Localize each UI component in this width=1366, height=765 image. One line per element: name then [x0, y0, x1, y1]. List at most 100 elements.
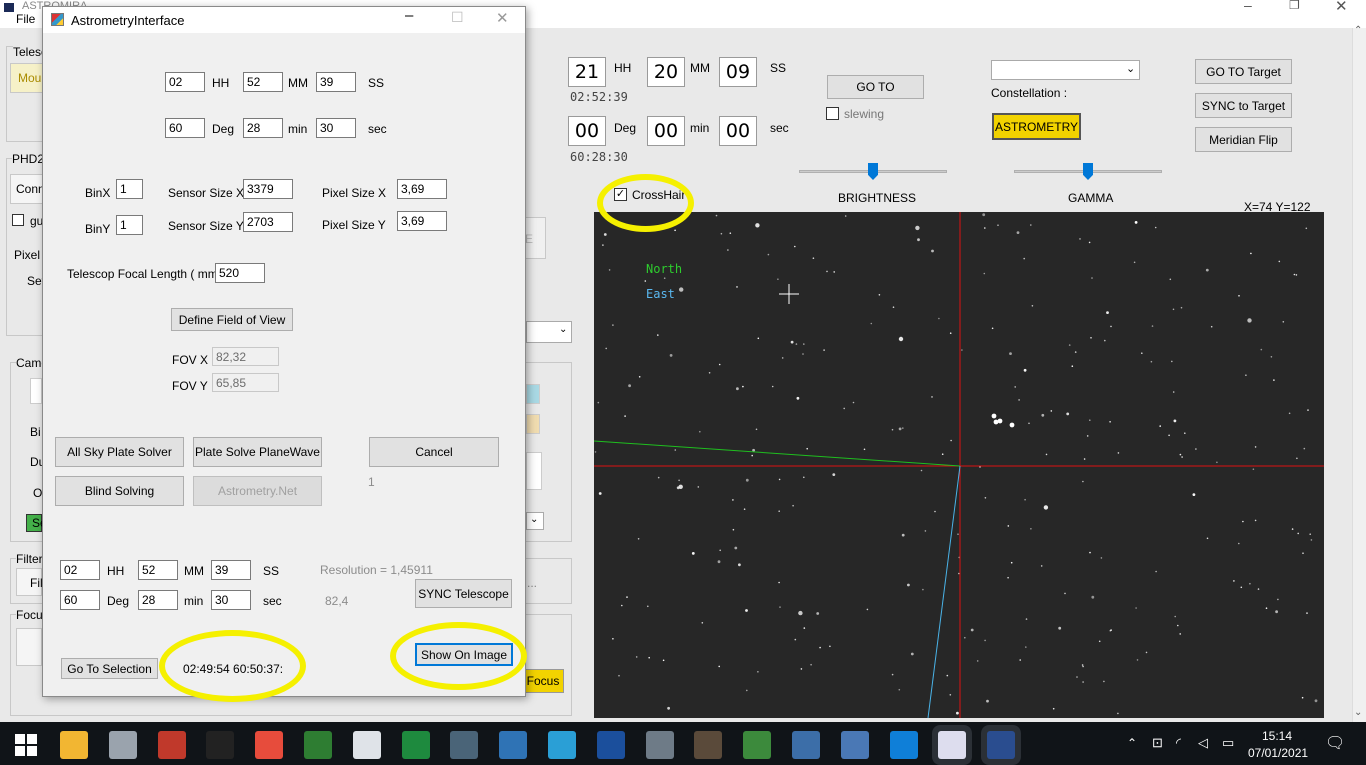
define-fov-button[interactable]: Define Field of View — [171, 308, 293, 331]
astrometry-button[interactable]: ASTROMETRY — [992, 113, 1081, 140]
result-ra-mm-input[interactable]: 52 — [138, 560, 178, 580]
goto-button[interactable]: GO TO — [827, 75, 924, 99]
taskbar-date[interactable]: 07/01/2021 — [1248, 746, 1308, 760]
dec-sec-input[interactable]: 30 — [316, 118, 356, 138]
focal-length-input[interactable]: 520 — [215, 263, 265, 283]
notifications-icon[interactable]: 🗨 — [1325, 733, 1345, 753]
ra-mm-input[interactable]: 52 — [243, 72, 283, 92]
sharpcap-icon[interactable] — [157, 731, 186, 759]
result-ra-hh-input[interactable]: 02 — [60, 560, 100, 580]
star — [1252, 468, 1255, 471]
binx-input[interactable]: 1 — [116, 179, 143, 199]
app-round-icon[interactable] — [401, 731, 430, 759]
star — [843, 407, 845, 410]
star — [984, 497, 987, 499]
result-dec-min-input[interactable]: 28 — [138, 590, 178, 610]
edge-icon[interactable] — [889, 731, 918, 759]
calculator-icon[interactable] — [450, 731, 479, 759]
dec-min-box[interactable]: 00 — [647, 116, 685, 146]
star-icon[interactable] — [548, 731, 576, 759]
pixel-x-input[interactable]: 3,69 — [397, 179, 447, 199]
tray-volume-icon[interactable]: ◁ — [1198, 735, 1208, 751]
star — [678, 479, 680, 482]
starfield-icon[interactable] — [206, 731, 235, 759]
gallery-icon[interactable] — [645, 731, 674, 759]
bg-dropdown-icon[interactable]: ⌄ — [559, 324, 567, 335]
blind-solving-button[interactable]: Blind Solving — [55, 476, 184, 506]
time-hh-box[interactable]: 21 — [568, 57, 606, 87]
menu-file[interactable]: File — [16, 12, 35, 26]
dec-min-input[interactable]: 28 — [243, 118, 283, 138]
sensor-y-input[interactable]: 2703 — [243, 212, 293, 232]
result-dec-sec-input[interactable]: 30 — [211, 590, 251, 610]
asi-icon[interactable] — [596, 731, 625, 759]
star — [1242, 520, 1244, 523]
dialog-close-icon[interactable]: ✕ — [496, 9, 509, 27]
sync-telescope-button[interactable]: SYNC Telescope — [415, 579, 512, 608]
chart-icon[interactable] — [743, 731, 772, 759]
vertical-scrollbar[interactable] — [1352, 28, 1366, 722]
guide-checkbox[interactable] — [12, 214, 24, 226]
tray-battery-icon[interactable]: ▭ — [1222, 735, 1234, 751]
tray-meet-icon[interactable]: ⊡ — [1152, 735, 1163, 751]
time-mm-box[interactable]: 20 — [647, 57, 685, 87]
app-icon-2[interactable] — [694, 731, 723, 759]
restore-icon[interactable]: ❐ — [1289, 0, 1300, 12]
star — [699, 430, 701, 433]
go-to-selection-button[interactable]: Go To Selection — [61, 658, 158, 679]
minimize-icon[interactable]: – — [1244, 0, 1252, 13]
bg-dropdown-2-icon[interactable]: ⌄ — [530, 514, 538, 525]
astromira-icon[interactable] — [987, 731, 1016, 759]
goto-target-button[interactable]: GO TO Target — [1195, 59, 1292, 84]
time-ss-box[interactable]: 09 — [719, 57, 757, 87]
bg-button-e-label: E — [525, 232, 534, 246]
constellation-dropdown-icon[interactable]: ⌄ — [1126, 62, 1135, 75]
app-icon-1[interactable] — [108, 731, 137, 759]
scroll-up-icon[interactable]: ⌃ — [1354, 25, 1362, 36]
sensor-x-input[interactable]: 3379 — [243, 179, 293, 199]
star — [1028, 422, 1030, 425]
sync-target-button[interactable]: SYNC to Target — [1195, 93, 1292, 118]
meridian-flip-button[interactable]: Meridian Flip — [1195, 127, 1292, 152]
file-explorer-icon[interactable] — [60, 731, 88, 759]
ra-hh-input[interactable]: 02 — [165, 72, 205, 92]
result-ra-ss-input[interactable]: 39 — [211, 560, 251, 580]
tray-chevron-icon[interactable]: ⌃ — [1127, 736, 1137, 750]
focus-button[interactable]: Focus — [522, 669, 564, 693]
constellation-dropdown[interactable] — [991, 60, 1140, 80]
crosshair-checkbox[interactable]: ✓ — [614, 188, 627, 201]
settings-icon[interactable] — [499, 731, 528, 759]
windows-start-icon[interactable] — [12, 731, 40, 759]
biny-input[interactable]: 1 — [116, 215, 143, 235]
app-icon-4[interactable] — [840, 731, 869, 759]
tray-network-icon[interactable]: ◜ — [1176, 735, 1181, 751]
registax-icon[interactable] — [304, 731, 332, 759]
star — [1064, 592, 1066, 595]
star — [790, 340, 794, 344]
star — [891, 428, 894, 431]
star-image[interactable]: North East — [594, 212, 1324, 718]
star — [1133, 261, 1136, 264]
star — [729, 232, 732, 234]
close-icon[interactable]: ✕ — [1335, 0, 1348, 15]
result-dec-deg-input[interactable]: 60 — [60, 590, 100, 610]
dialog-minimize-icon[interactable]: – — [405, 7, 413, 24]
cancel-button[interactable]: Cancel — [369, 437, 499, 467]
focus-field[interactable] — [16, 628, 42, 666]
slewing-checkbox[interactable] — [826, 107, 839, 120]
taskbar-time[interactable]: 15:14 — [1262, 729, 1292, 743]
star — [1210, 325, 1213, 328]
dec-deg-input[interactable]: 60 — [165, 118, 205, 138]
scroll-down-icon[interactable]: ⌄ — [1354, 707, 1362, 718]
telescope-icon[interactable] — [352, 731, 381, 759]
app-icon-3[interactable] — [792, 731, 820, 759]
dec-deg-box[interactable]: 00 — [568, 116, 606, 146]
dec-sec-box[interactable]: 00 — [719, 116, 757, 146]
all-sky-solver-button[interactable]: All Sky Plate Solver — [55, 437, 184, 467]
show-on-image-button[interactable]: Show On Image — [415, 643, 513, 666]
ra-ss-input[interactable]: 39 — [316, 72, 356, 92]
pixel-y-input[interactable]: 3,69 — [397, 211, 447, 231]
mira-icon[interactable] — [938, 731, 967, 759]
spreadsheet-icon[interactable] — [255, 731, 284, 759]
planewave-solver-button[interactable]: Plate Solve PlaneWave — [193, 437, 322, 467]
